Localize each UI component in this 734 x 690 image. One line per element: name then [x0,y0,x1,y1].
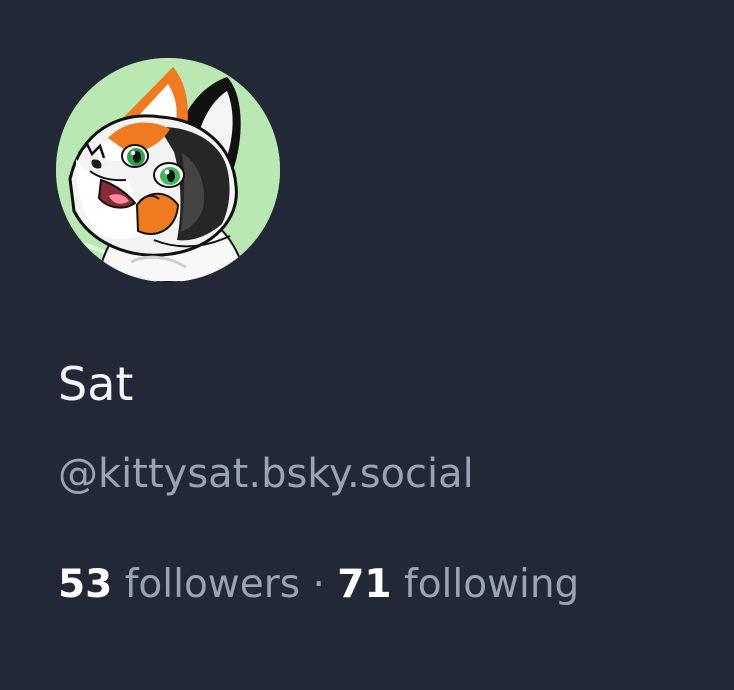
profile-card: Sat @kittysat.bsky.social 53 followers ·… [0,0,734,690]
following-label: following [403,562,580,607]
profile-stats: 53 followers · 71 following [58,560,579,610]
followers-link[interactable]: 53 followers [58,562,312,607]
avatar[interactable] [56,58,280,282]
followers-count: 53 [58,562,113,607]
profile-handle[interactable]: @kittysat.bsky.social [58,449,474,499]
followers-label: followers [124,562,301,607]
following-count: 71 [337,562,392,607]
stats-separator: · [312,562,325,607]
display-name: Sat [58,357,134,411]
following-link[interactable]: 71 following [337,562,579,607]
calico-cat-avatar-icon [56,58,280,282]
